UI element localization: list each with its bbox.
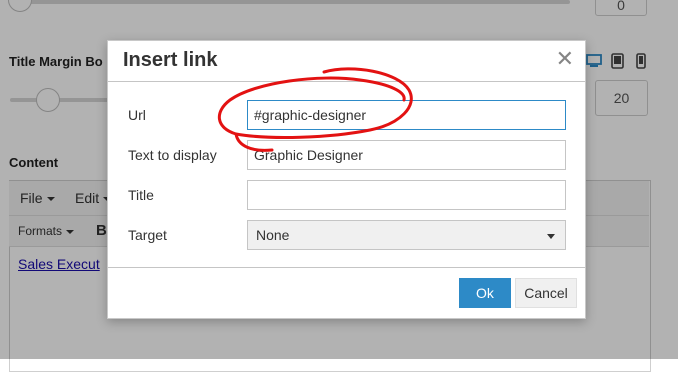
url-label: Url: [128, 107, 146, 123]
url-input[interactable]: [247, 100, 566, 130]
dialog-title: Insert link: [123, 49, 218, 71]
text-to-display-label: Text to display: [128, 147, 217, 163]
ok-button[interactable]: Ok: [459, 278, 511, 308]
close-icon[interactable]: ✕: [556, 48, 574, 70]
dialog-footer: Ok Cancel: [108, 267, 585, 318]
target-select[interactable]: None: [247, 220, 566, 250]
target-select-value: None: [256, 227, 290, 243]
dialog-header: Insert link ✕: [108, 41, 585, 82]
title-label: Title: [128, 187, 154, 203]
target-label: Target: [128, 227, 167, 243]
text-to-display-input[interactable]: [247, 140, 566, 170]
cancel-button[interactable]: Cancel: [515, 278, 577, 308]
chevron-down-icon: [547, 234, 555, 239]
insert-link-dialog: Insert link ✕ Url Text to display Title …: [107, 40, 586, 319]
title-input[interactable]: [247, 180, 566, 210]
